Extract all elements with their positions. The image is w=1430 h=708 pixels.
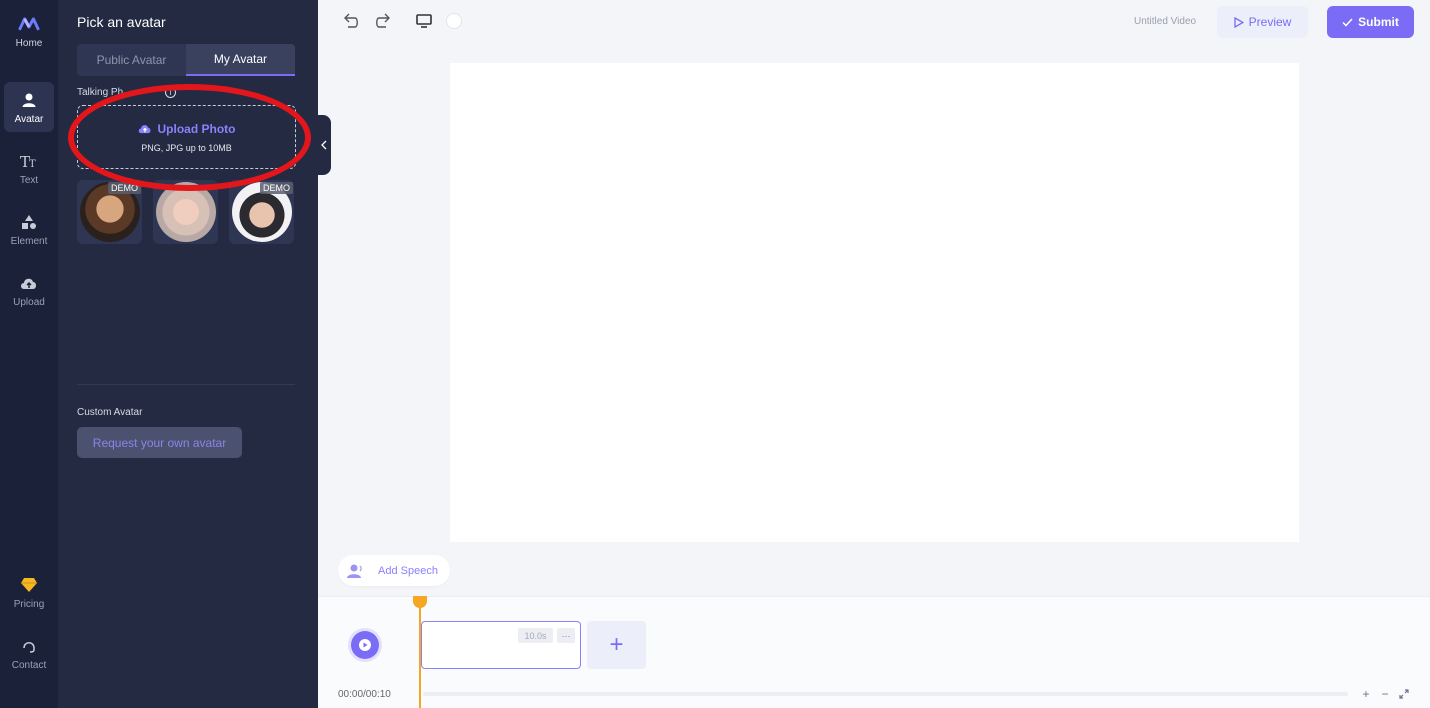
speaker-person-icon bbox=[346, 562, 364, 580]
undo-button[interactable] bbox=[339, 10, 361, 32]
video-title[interactable]: Untitled Video bbox=[1134, 16, 1196, 27]
monitor-icon bbox=[416, 14, 432, 28]
cloud-upload-icon bbox=[138, 125, 150, 134]
playhead-line bbox=[419, 596, 421, 708]
rail-item-label: Text bbox=[19, 175, 39, 186]
custom-avatar-label: Custom Avatar bbox=[77, 407, 143, 418]
tab-my-avatar[interactable]: My Avatar bbox=[186, 44, 295, 76]
upload-hint: PNG, JPG up to 10MB bbox=[141, 142, 232, 153]
timeline-clip[interactable]: 10.0s ··· bbox=[421, 621, 581, 669]
undo-icon bbox=[344, 13, 358, 28]
upload-photo-dropzone[interactable]: Upload Photo PNG, JPG up to 10MB bbox=[77, 105, 296, 169]
person-icon bbox=[18, 89, 40, 111]
submit-label: Submit bbox=[1358, 15, 1399, 29]
rail-item-avatar[interactable]: Avatar bbox=[4, 82, 54, 132]
expand-icon bbox=[1399, 689, 1409, 699]
svg-text:T: T bbox=[29, 159, 36, 169]
video-canvas[interactable] bbox=[450, 63, 1299, 542]
avatar-image bbox=[155, 182, 216, 242]
avatar-card[interactable]: DEMO bbox=[77, 180, 142, 244]
diamond-icon bbox=[18, 574, 40, 596]
pricing-button[interactable]: Pricing bbox=[4, 567, 54, 617]
avatar-card[interactable] bbox=[153, 180, 218, 244]
avatar-tabs: Public Avatar My Avatar bbox=[77, 44, 295, 76]
avatar-panel: Pick an avatar Public Avatar My Avatar T… bbox=[58, 0, 318, 708]
text-icon: TT bbox=[18, 150, 40, 172]
play-outline-icon bbox=[1234, 16, 1244, 28]
redo-icon bbox=[376, 13, 390, 28]
rail-item-element[interactable]: Element bbox=[4, 204, 54, 254]
redo-button[interactable] bbox=[373, 10, 395, 32]
zoom-out-button[interactable]: − bbox=[1379, 687, 1391, 701]
rail-item-label: Element bbox=[10, 236, 48, 247]
contact-button[interactable]: Contact bbox=[4, 628, 54, 678]
plus-icon: + bbox=[609, 631, 624, 658]
avatar-card[interactable]: DEMO bbox=[229, 180, 294, 244]
add-scene-button[interactable]: + bbox=[587, 621, 646, 669]
cloud-upload-icon bbox=[18, 272, 40, 294]
request-avatar-button[interactable]: Request your own avatar bbox=[77, 427, 242, 458]
background-color-picker[interactable] bbox=[446, 13, 462, 29]
pricing-label: Pricing bbox=[13, 599, 45, 610]
contact-label: Contact bbox=[11, 660, 47, 671]
left-rail: Home Avatar TT Text Element Upload Prici… bbox=[0, 0, 58, 708]
clip-more-button[interactable]: ··· bbox=[557, 628, 575, 643]
rail-item-upload[interactable]: Upload bbox=[4, 265, 54, 315]
zoom-in-button[interactable]: + bbox=[1360, 687, 1372, 701]
play-button[interactable] bbox=[351, 631, 379, 659]
preview-label: Preview bbox=[1248, 15, 1292, 29]
add-speech-button[interactable]: Add Speech bbox=[338, 555, 450, 586]
logo-icon bbox=[18, 13, 40, 35]
talking-photo-label: Talking Ph i bbox=[77, 87, 177, 98]
avatar-list: DEMO DEMO bbox=[77, 180, 294, 244]
demo-badge: DEMO bbox=[260, 182, 293, 194]
clip-duration: 10.0s bbox=[518, 628, 553, 643]
upload-photo-label: Upload Photo bbox=[157, 121, 236, 136]
fit-timeline-button[interactable] bbox=[1398, 688, 1410, 700]
talking-photo-text: Talking Ph bbox=[77, 87, 124, 98]
play-icon bbox=[359, 639, 371, 651]
headset-icon bbox=[18, 635, 40, 657]
home-label: Home bbox=[15, 38, 43, 49]
preview-button[interactable]: Preview bbox=[1217, 6, 1308, 38]
rail-item-label: Upload bbox=[13, 297, 45, 308]
check-icon bbox=[1342, 17, 1353, 27]
minus-icon: − bbox=[1381, 687, 1389, 701]
home-button[interactable]: Home bbox=[4, 6, 54, 56]
aspect-ratio-button[interactable] bbox=[413, 10, 435, 32]
shapes-icon bbox=[18, 211, 40, 233]
plus-icon: + bbox=[1362, 687, 1370, 701]
submit-button[interactable]: Submit bbox=[1327, 6, 1414, 38]
chevron-left-icon bbox=[320, 140, 326, 150]
add-speech-label: Add Speech bbox=[378, 564, 438, 577]
info-icon[interactable]: i bbox=[165, 87, 177, 98]
section-divider bbox=[77, 384, 295, 385]
rail-item-text[interactable]: TT Text bbox=[4, 143, 54, 193]
time-readout: 00:00/00:10 bbox=[338, 689, 391, 700]
rail-item-label: Avatar bbox=[14, 114, 44, 125]
timeline-scrollbar[interactable] bbox=[423, 692, 1348, 696]
panel-title: Pick an avatar bbox=[77, 14, 166, 30]
demo-badge: DEMO bbox=[108, 182, 141, 194]
collapse-panel-button[interactable] bbox=[316, 115, 331, 175]
upload-photo-button[interactable]: Upload Photo bbox=[138, 122, 236, 136]
tab-public-avatar[interactable]: Public Avatar bbox=[77, 44, 186, 76]
